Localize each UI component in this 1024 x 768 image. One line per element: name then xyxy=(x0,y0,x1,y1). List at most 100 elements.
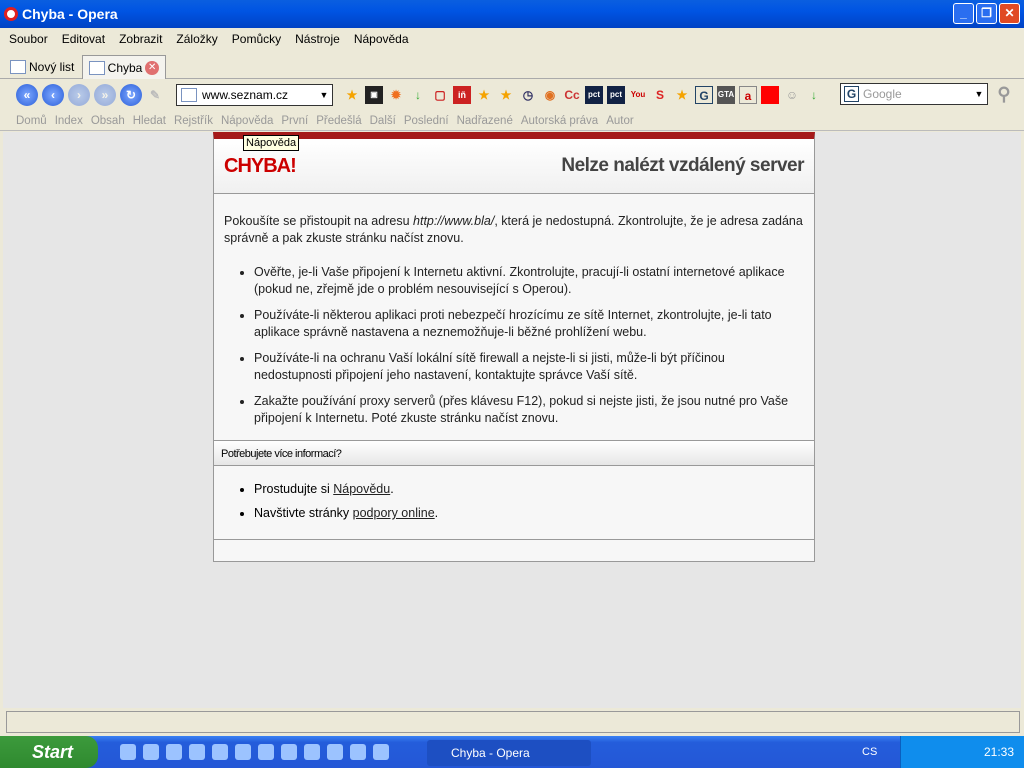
clock-icon[interactable]: ◷ xyxy=(519,86,537,104)
start-button[interactable]: Start xyxy=(0,736,98,768)
taskbar: Start Chyba - Opera CS 21:33 xyxy=(0,736,1024,768)
app-icon[interactable] xyxy=(373,744,389,760)
help-links: Prostudujte si Nápovědu. Navštivte strán… xyxy=(214,466,814,540)
tooltip: Nápověda xyxy=(243,135,300,151)
navigation-toolbar: « ‹ › » ↻ ✎ www.seznam.cz ▼ ★ ▣ ✹ ↓ ▢ iñ… xyxy=(0,80,1024,110)
a-icon[interactable]: a xyxy=(739,86,757,104)
gta-icon[interactable]: GTA xyxy=(717,86,735,104)
help-link[interactable]: Nápovědu xyxy=(333,482,390,496)
user-icon[interactable]: ☺ xyxy=(783,86,801,104)
nav-posledni[interactable]: Poslední xyxy=(400,115,453,127)
tv-icon[interactable]: ▢ xyxy=(431,86,449,104)
pct-icon[interactable]: pct xyxy=(585,86,603,104)
media-icon[interactable] xyxy=(143,744,159,760)
star-bookmark-icon[interactable]: ★ xyxy=(343,86,361,104)
app-icon[interactable] xyxy=(189,744,205,760)
opera-icon[interactable] xyxy=(304,744,320,760)
nav-prvni[interactable]: První xyxy=(277,115,312,127)
status-bar xyxy=(6,711,1020,733)
new-tab-button[interactable]: Nový list xyxy=(4,55,80,79)
error-box: CHYBA! Nelze nalézt vzdálený server Poko… xyxy=(213,132,815,562)
star-bookmark-icon[interactable]: ★ xyxy=(475,86,493,104)
forward-icon[interactable]: › xyxy=(68,84,90,106)
taskbar-item-opera[interactable]: Chyba - Opera xyxy=(427,740,591,766)
support-link[interactable]: podpory online xyxy=(353,506,435,520)
s-icon[interactable]: S xyxy=(651,86,669,104)
app-icon[interactable] xyxy=(327,744,343,760)
back-icon[interactable]: ‹ xyxy=(42,84,64,106)
chevron-down-icon[interactable]: ▼ xyxy=(971,84,987,104)
menu-napoveda[interactable]: Nápověda xyxy=(347,32,416,46)
tab-label: Chyba xyxy=(107,60,143,75)
close-tab-icon[interactable]: ✕ xyxy=(145,60,159,75)
star-bookmark-icon[interactable]: ★ xyxy=(673,86,691,104)
search-field[interactable]: G Google ▼ xyxy=(840,83,988,105)
maximize-button[interactable]: ❐ xyxy=(976,3,997,24)
reload-icon[interactable]: ↻ xyxy=(120,84,142,106)
fast-forward-icon[interactable]: » xyxy=(94,84,116,106)
window-title: Chyba - Opera xyxy=(22,6,118,22)
chevron-down-icon[interactable]: ▼ xyxy=(316,85,332,105)
app-icon[interactable] xyxy=(258,744,274,760)
star-bookmark-icon[interactable]: ★ xyxy=(497,86,515,104)
error-header: CHYBA! Nelze nalézt vzdálený server xyxy=(214,139,814,194)
minimize-button[interactable]: _ xyxy=(953,3,974,24)
nav-autor[interactable]: Autor xyxy=(602,115,638,127)
tab-chyba[interactable]: Chyba ✕ xyxy=(82,55,166,79)
nav-autorska-prava[interactable]: Autorská práva xyxy=(517,115,602,127)
bookmark-icon[interactable]: iñ xyxy=(453,86,471,104)
nav-index[interactable]: Index xyxy=(51,115,87,127)
quick-launch xyxy=(120,744,389,760)
nav-dalsi[interactable]: Další xyxy=(366,115,400,127)
app-icon[interactable] xyxy=(235,744,251,760)
menu-nastroje[interactable]: Nástroje xyxy=(288,32,347,46)
system-tray: 21:33 xyxy=(900,736,1024,768)
nav-napoveda[interactable]: Nápověda xyxy=(217,115,277,127)
intro-text: Pokoušíte se přistoupit na adresu http:/… xyxy=(224,214,803,245)
ie-icon[interactable] xyxy=(120,744,136,760)
wand-icon[interactable]: ✎ xyxy=(146,86,164,104)
page-icon xyxy=(89,60,105,75)
list-item: Používáte-li na ochranu Vaší lokální sít… xyxy=(254,350,804,383)
nav-obsah[interactable]: Obsah xyxy=(87,115,129,127)
menu-editovat[interactable]: Editovat xyxy=(55,32,112,46)
opera-logo-icon xyxy=(4,7,18,21)
close-button[interactable]: ✕ xyxy=(999,3,1020,24)
cc-icon[interactable]: Cc xyxy=(563,86,581,104)
new-page-icon xyxy=(10,60,26,74)
nav-hledat[interactable]: Hledat xyxy=(129,115,170,127)
nav-rejstrik[interactable]: Rejstřík xyxy=(170,115,217,127)
menu-soubor[interactable]: Soubor xyxy=(2,32,55,46)
list-item: Prostudujte si Nápovědu. xyxy=(254,482,814,496)
bookmark-icon[interactable]: ✹ xyxy=(387,86,405,104)
menu-zobrazit[interactable]: Zobrazit xyxy=(112,32,169,46)
nav-predesla[interactable]: Předešlá xyxy=(312,115,365,127)
address-field[interactable]: www.seznam.cz ▼ xyxy=(176,84,333,106)
app-icon[interactable] xyxy=(350,744,366,760)
youtube-icon[interactable]: You xyxy=(629,86,647,104)
google-icon[interactable]: G xyxy=(695,86,713,104)
page-icon xyxy=(181,88,197,102)
list-item: Používáte-li některou aplikaci proti neb… xyxy=(254,307,804,340)
app-icon[interactable] xyxy=(281,744,297,760)
nav-nadrazene[interactable]: Nadřazené xyxy=(453,115,517,127)
language-indicator[interactable]: CS xyxy=(862,736,877,768)
menu-pomucky[interactable]: Pomůcky xyxy=(225,32,288,46)
download-icon[interactable]: ↓ xyxy=(409,86,427,104)
red-icon[interactable] xyxy=(761,86,779,104)
pct-icon[interactable]: pct xyxy=(607,86,625,104)
menu-zalozky[interactable]: Záložky xyxy=(169,32,224,46)
skype-icon[interactable] xyxy=(212,744,228,760)
app-icon[interactable] xyxy=(166,744,182,760)
search-icon[interactable]: ⚲ xyxy=(995,85,1013,103)
bookmark-icon[interactable]: ▣ xyxy=(365,86,383,104)
nav-domu[interactable]: Domů xyxy=(12,115,51,127)
rewind-icon[interactable]: « xyxy=(16,84,38,106)
more-info-header: Potřebujete více informací? xyxy=(214,440,814,466)
ubuntu-icon[interactable]: ◉ xyxy=(541,86,559,104)
search-placeholder: Google xyxy=(863,87,902,101)
download-icon[interactable]: ↓ xyxy=(805,86,823,104)
list-item: Zakažte používání proxy serverů (přes kl… xyxy=(254,393,804,426)
clock: 21:33 xyxy=(983,745,1014,759)
list-item: Ověřte, je-li Vaše připojení k Internetu… xyxy=(254,264,804,297)
